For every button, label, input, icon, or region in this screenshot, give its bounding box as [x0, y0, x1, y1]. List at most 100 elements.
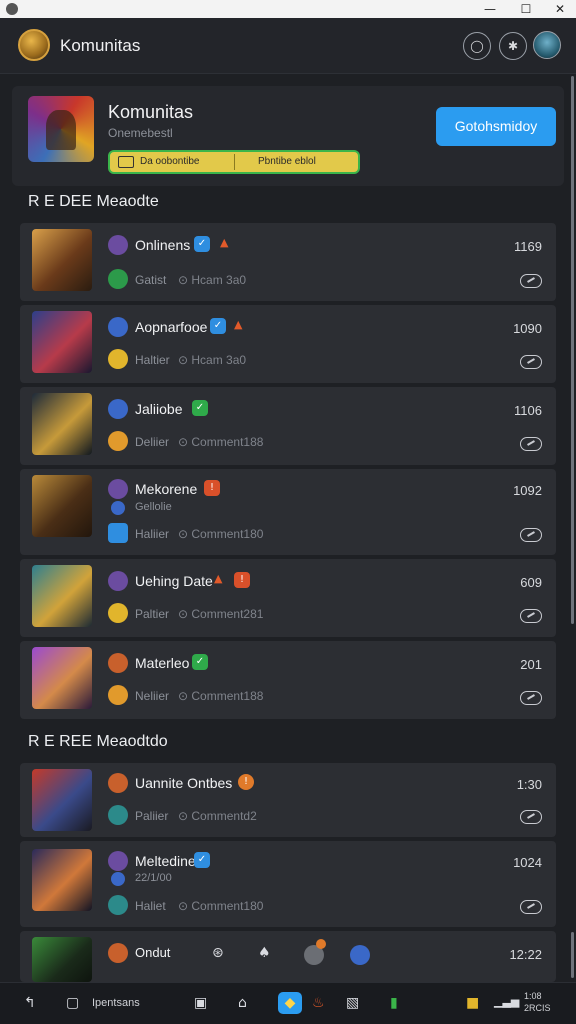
home-icon[interactable]: ⌂ — [238, 995, 247, 1011]
notification-dot-icon — [316, 939, 326, 949]
post-subtitle: 22/1/00 — [135, 872, 172, 884]
verified-badge-icon: ✓ — [210, 318, 226, 334]
active-app-icon[interactable]: ◆ — [278, 992, 302, 1014]
comment-icon[interactable] — [520, 528, 542, 542]
post-meta: ⊙ Comment188 — [178, 689, 264, 703]
reaction-icon[interactable]: ⊛ — [212, 945, 224, 961]
taskbar-label: Ipentsans — [92, 997, 140, 1009]
category-icon — [108, 685, 128, 705]
post-title: Ondut — [135, 945, 171, 960]
comment-icon[interactable] — [520, 437, 542, 451]
post-thumbnail — [32, 769, 92, 831]
comment-icon[interactable] — [520, 274, 542, 288]
post-thumbnail — [32, 311, 92, 373]
post-author: Haltier — [135, 353, 170, 367]
ticket-icon — [118, 156, 134, 168]
clock-time: 1:08 — [524, 991, 542, 1001]
post-author: Paltier — [135, 607, 170, 621]
banner-right-text: Pbntibe eblol — [258, 156, 316, 167]
post-thumbnail — [32, 937, 92, 982]
scrollbar-thumb-lower[interactable] — [571, 932, 574, 978]
post-meta: ⊙ Commentd2 — [178, 809, 257, 823]
clock-date: 2RCIS — [524, 1003, 551, 1013]
globe-icon — [350, 945, 370, 965]
post-meta-text: Hcam 3a0 — [191, 273, 247, 287]
author-icon — [108, 571, 128, 591]
author-icon — [108, 399, 128, 419]
flame-app-icon[interactable]: ♨ — [312, 995, 325, 1011]
comment-icon[interactable] — [520, 691, 542, 705]
app-title: Komunitas — [60, 36, 141, 55]
scrollbar-thumb[interactable] — [571, 76, 574, 624]
window-app-icon — [6, 3, 18, 15]
community-banner[interactable]: Da oobontibe Pbntibe eblol — [108, 150, 360, 174]
window-icon[interactable]: ▣ — [194, 995, 207, 1011]
gallery-icon[interactable]: ▧ — [346, 995, 359, 1011]
verified-badge-icon: ✓ — [192, 654, 208, 670]
join-button[interactable]: Gotohsmidoy — [436, 107, 556, 146]
post-thumbnail — [32, 475, 92, 537]
comment-icon[interactable] — [520, 609, 542, 623]
category-icon — [108, 603, 128, 623]
app-logo — [18, 29, 50, 61]
list-item[interactable]: Aopnarfooe ✓ ▲ 1090 Haltier ⊙ Hcam 3a0 — [20, 305, 556, 383]
post-count: 1169 — [514, 239, 542, 254]
chat-bubble-icon[interactable]: ▢ — [66, 995, 79, 1011]
post-count: 1:30 — [516, 777, 542, 792]
post-author: Haliet — [135, 899, 166, 913]
settings-icon[interactable]: ✱ — [499, 32, 527, 60]
community-subtitle: Onemebestl — [108, 126, 173, 140]
list-item[interactable]: Uannite Ontbes ! 1:30 Paliier ⊙ Commentd… — [20, 763, 556, 837]
post-author: Deliier — [135, 435, 170, 449]
list-item[interactable]: Mekorene ! 1092 Gellolie Haliier ⊙ Comme… — [20, 469, 556, 555]
minimize-button[interactable]: — — [476, 0, 504, 18]
post-count: 12:22 — [509, 947, 542, 962]
tray-icon[interactable]: ■ — [466, 995, 479, 1011]
post-meta-text: Comment180 — [191, 527, 264, 541]
user-avatar[interactable] — [533, 31, 561, 59]
community-profile-card: Komunitas Onemebestl Da oobontibe Pbntib… — [12, 86, 564, 186]
community-cover-image — [28, 96, 94, 162]
post-meta-text: Hcam 3a0 — [191, 353, 247, 367]
small-tag-icon — [111, 501, 125, 515]
comment-icon[interactable] — [520, 355, 542, 369]
list-item[interactable]: Meltedine ✓ 1024 22/1/00 Haliet ⊙ Commen… — [20, 841, 556, 927]
post-count: 1106 — [514, 403, 542, 418]
category-icon — [108, 431, 128, 451]
post-meta-text: Comment180 — [191, 899, 264, 913]
list-item[interactable]: Uehing Date ▲ ! 609 Paltier ⊙ Comment281 — [20, 559, 556, 637]
author-icon — [108, 851, 128, 871]
community-title: Komunitas — [108, 102, 194, 122]
list-item[interactable]: Jaliiobe ✓ 1106 Deliier ⊙ Comment188 — [20, 387, 556, 465]
hot-badge-icon: ! — [238, 774, 254, 790]
category-icon — [108, 349, 128, 369]
chat-icon[interactable]: ◯ — [463, 32, 491, 60]
post-count: 201 — [520, 657, 542, 672]
post-thumbnail — [32, 393, 92, 455]
close-button[interactable]: ✕ — [546, 0, 574, 18]
folder-icon[interactable]: ▮ — [390, 995, 398, 1011]
comment-icon[interactable] — [520, 810, 542, 824]
post-meta: ⊙ Hcam 3a0 — [178, 353, 247, 367]
post-title: Uehing Date — [135, 573, 213, 589]
maximize-button[interactable]: ☐ — [512, 0, 540, 18]
author-icon — [108, 317, 128, 337]
banner-left-text: Da oobontibe — [140, 156, 200, 167]
post-count: 1092 — [513, 483, 542, 498]
post-meta-text: Commentd2 — [191, 809, 257, 823]
list-item[interactable]: Materleo ✓ 201 Neliier ⊙ Comment188 — [20, 641, 556, 719]
post-count: 1090 — [513, 321, 542, 336]
post-meta-text: Comment188 — [191, 689, 264, 703]
network-icon[interactable]: ▁▃▅ — [494, 995, 519, 1008]
like-icon[interactable]: ♠ — [258, 945, 271, 961]
post-title: Onlinens — [135, 237, 191, 253]
fire-icon: ▲ — [234, 318, 243, 331]
comment-icon[interactable] — [520, 900, 542, 914]
author-icon — [108, 773, 128, 793]
list-item[interactable]: Onlinens ✓ ▲ 1169 Gatist ⊙ Hcam 3a0 — [20, 223, 556, 301]
taskbar: ↰ ▢ Ipentsans ▣ ⌂ ◆ ♨ ▧ ▮ ■ ▁▃▅ 1:08 2RC… — [0, 982, 576, 1024]
back-icon[interactable]: ↰ — [24, 995, 36, 1011]
list-item[interactable]: Ondut ⊛ ♠ 12:22 — [20, 931, 556, 982]
post-count: 609 — [520, 575, 542, 590]
post-meta: ⊙ Hcam 3a0 — [178, 273, 247, 287]
